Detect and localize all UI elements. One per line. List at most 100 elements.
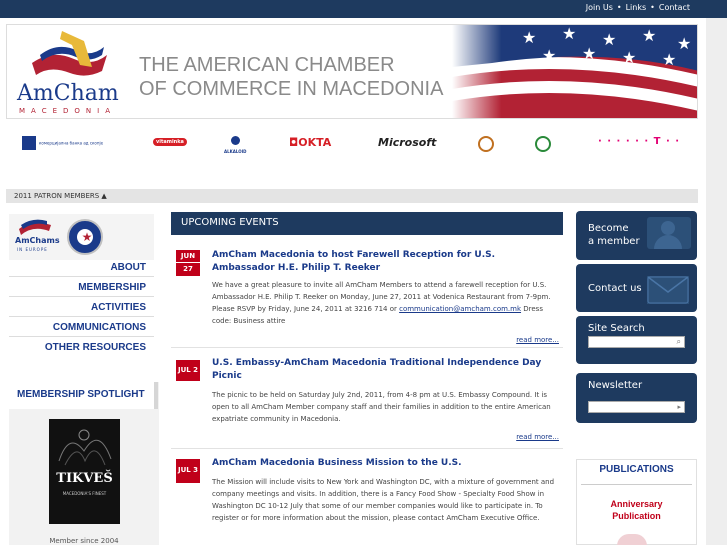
event-item: JUL 3 AmCham Macedonia Business Mission …	[171, 455, 563, 545]
sponsor-logo-alkaloid[interactable]: ALKALOID	[224, 136, 246, 156]
patron-members-toggle[interactable]: 2011 PATRON MEMBERS ▲	[6, 189, 698, 203]
event-date-badge: JUL 3	[176, 459, 200, 483]
nav-other-resources[interactable]: OTHER RESOURCES	[45, 342, 146, 353]
ornament-icon	[58, 429, 112, 466]
top-links: Join Us • Links • Contact	[586, 3, 690, 12]
nav-divider	[9, 276, 154, 277]
emblem-icon	[478, 136, 494, 152]
event-title-link[interactable]: AmCham Macedonia Business Mission to the…	[212, 457, 557, 470]
nav-about[interactable]: ABOUT	[110, 262, 146, 273]
publications-box: PUBLICATIONS Anniversary Publication	[576, 459, 697, 545]
person-body	[654, 235, 682, 249]
site-search-input[interactable]: ⌕	[588, 336, 685, 348]
amcham-logo-subtitle: MACEDONIA	[19, 107, 117, 115]
event-date-badge: JUN 27	[176, 250, 200, 276]
amchams-flag-icon	[19, 219, 51, 235]
alkaloid-icon	[230, 136, 240, 145]
sponsor-name: Microsoft	[378, 136, 437, 149]
separator-dot: •	[616, 3, 622, 12]
event-title-link[interactable]: AmCham Macedonia to host Farewell Recept…	[212, 249, 557, 275]
amcham-flag-logo-icon	[32, 31, 107, 76]
seal-star-icon: ★	[81, 230, 93, 244]
amcham-logo-text[interactable]: AmCham	[17, 81, 119, 106]
anniversary-line-2: Publication	[612, 511, 661, 521]
event-item: JUN 27 AmCham Macedonia to host Farewell…	[171, 245, 563, 348]
sponsor-logo-telekom[interactable]: · · · · · · T · ·	[598, 136, 680, 147]
event-description: The picnic to be held on Saturday July 2…	[212, 391, 551, 423]
newsletter-label: Newsletter	[588, 380, 643, 391]
upcoming-events-header: UPCOMING EVENTS	[171, 212, 563, 235]
person-icon	[647, 217, 691, 249]
us-flag-image: ★★★★★ ★★★★	[452, 25, 697, 118]
sponsor-logo-vitaminka[interactable]: vitaminka	[153, 136, 187, 146]
sponsor-logo-microsoft[interactable]: Microsoft	[378, 136, 436, 149]
event-item: JUL 2 U.S. Embassy-AmCham Macedonia Trad…	[171, 355, 563, 449]
become-member-button[interactable]: Become a member	[576, 211, 697, 260]
header-banner: AmCham MACEDONIA THE AMERICAN CHAMBER OF…	[6, 24, 698, 119]
banner-title: THE AMERICAN CHAMBER OF COMMERCE IN MACE…	[139, 53, 443, 101]
member-since-text: Member since 2004	[49, 537, 119, 545]
read-more-link[interactable]: read more...	[516, 433, 559, 441]
sponsor-name: ALKALOID	[224, 149, 247, 154]
event-date: JUL 3	[177, 466, 199, 474]
nav-communications[interactable]: COMMUNICATIONS	[53, 322, 146, 333]
anniversary-line-1: Anniversary	[610, 499, 663, 509]
submit-arrow-icon[interactable]: ▸	[677, 403, 681, 411]
top-bar: Join Us • Links • Contact	[0, 0, 727, 18]
site-search-label: Site Search	[588, 323, 645, 334]
event-title-link[interactable]: U.S. Embassy-AmCham Macedonia Traditiona…	[212, 357, 557, 383]
read-more-link[interactable]: read more...	[516, 336, 559, 344]
event-date-badge: JUL 2	[176, 360, 200, 381]
anniversary-publication-link[interactable]: Anniversary Publication	[577, 498, 696, 522]
become-member-line-2: a member	[588, 236, 640, 247]
sponsor-logo-okta[interactable]: ◘OKTA	[289, 136, 331, 149]
amchams-europe-logo[interactable]: AmChams IN EUROPE ★	[9, 214, 154, 260]
event-date: JUL 2	[177, 366, 199, 374]
publication-cover-image[interactable]	[617, 534, 647, 545]
sponsor-name: OKTA	[298, 136, 332, 149]
sponsor-logo-komercijalna[interactable]: комерцијална банка ад скопје	[22, 136, 103, 150]
okta-icon: ◘	[289, 136, 299, 149]
tikves-brand-image[interactable]: TIKVEŠ MACEDONIA'S FINEST	[49, 419, 120, 524]
event-month: JUN	[180, 252, 196, 260]
event-description: The Mission will include visits to New Y…	[212, 478, 555, 522]
contact-us-label: Contact us	[588, 283, 642, 294]
links-link[interactable]: Links	[626, 3, 647, 12]
amchams-sublabel: IN EUROPE	[17, 247, 48, 252]
amchams-label: AmChams	[15, 236, 60, 245]
nav-membership[interactable]: MEMBERSHIP	[78, 282, 146, 293]
contact-link[interactable]: Contact	[659, 3, 690, 12]
nav-divider	[9, 316, 154, 317]
join-us-link[interactable]: Join Us	[586, 3, 613, 12]
sponsor-name: · · · · · · T · ·	[598, 136, 681, 147]
banner-title-line-1: THE AMERICAN CHAMBER	[139, 54, 395, 76]
become-member-label: Become a member	[588, 222, 640, 248]
event-description: We have a great pleasure to invite all A…	[212, 279, 560, 327]
sponsor-logo-emblem-orange[interactable]	[478, 136, 494, 152]
event-email-link[interactable]: communication@amcham.com.mk	[399, 305, 521, 313]
sponsor-name: комерцијална банка ад скопје	[39, 140, 104, 146]
nav-activities[interactable]: ACTIVITIES	[91, 302, 146, 313]
event-divider	[171, 448, 563, 449]
membership-spotlight: MEMBERSHIP SPOTLIGHT TIKVEŠ MACEDONIA'S …	[9, 382, 159, 545]
event-day: 27	[176, 262, 200, 275]
sponsor-name: vitaminka	[153, 138, 187, 146]
person-head	[661, 221, 675, 235]
newsletter-panel: Newsletter ▸	[576, 373, 697, 423]
sponsor-logo-emblem-green[interactable]	[535, 136, 551, 152]
separator-dot: •	[650, 3, 655, 12]
page-shadow	[706, 18, 727, 545]
left-navigation: AmChams IN EUROPE ★ ABOUT MEMBERSHIP ACT…	[9, 214, 154, 362]
emblem-icon	[535, 136, 551, 152]
contact-us-button[interactable]: Contact us	[576, 264, 697, 312]
spotlight-title: MEMBERSHIP SPOTLIGHT	[9, 382, 158, 409]
newsletter-email-input[interactable]: ▸	[588, 401, 685, 413]
sponsor-logos: комерцијална банка ад скопје vitaminka A…	[6, 126, 698, 164]
nav-divider	[9, 296, 154, 297]
komercijalna-icon	[22, 136, 36, 150]
event-divider	[171, 347, 563, 348]
tikves-brand-tagline: MACEDONIA'S FINEST	[62, 491, 107, 496]
tikves-brand-name: TIKVEŠ	[56, 471, 113, 486]
search-icon[interactable]: ⌕	[677, 337, 681, 347]
publications-divider	[581, 484, 692, 485]
